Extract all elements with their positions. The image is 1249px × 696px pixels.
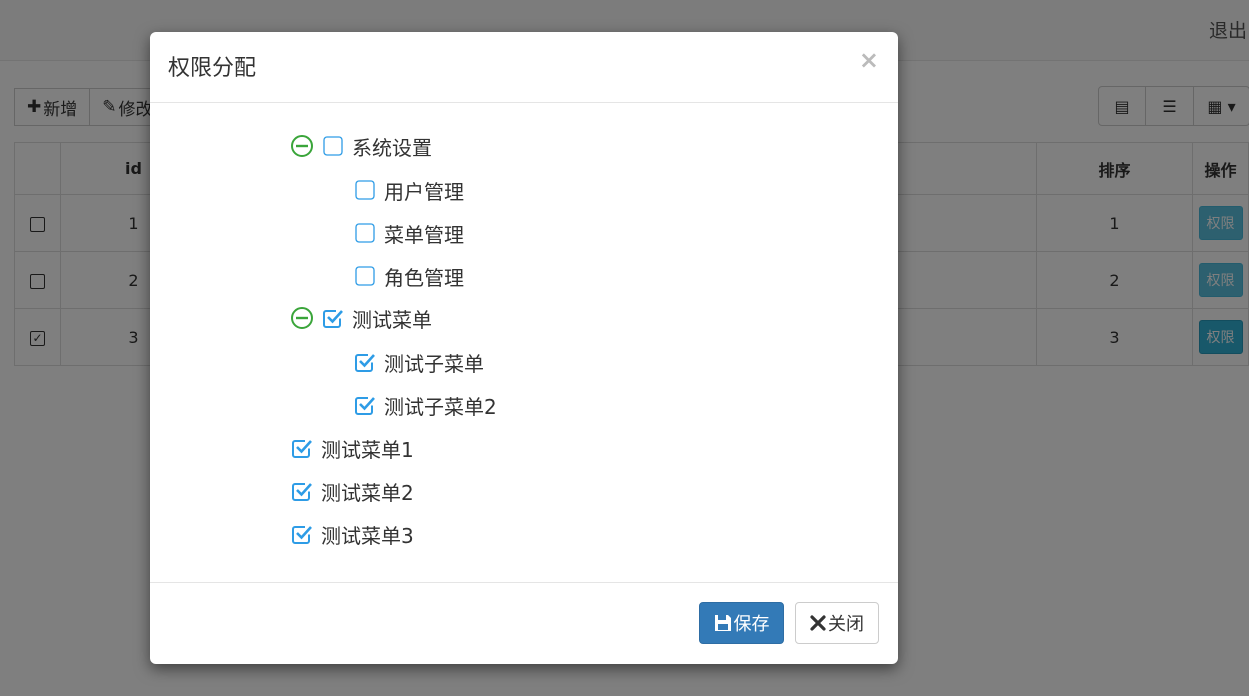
permission-tree: 系统设置 用户管理 菜单管理 角色管理 测试菜单 测试子菜单 测试子菜单2 测试… bbox=[150, 103, 898, 583]
checkbox-unchecked-icon[interactable] bbox=[355, 223, 375, 243]
checkbox-checked-icon[interactable] bbox=[355, 395, 375, 415]
floppy-disk-icon bbox=[714, 615, 731, 631]
tree-node-menu-management[interactable]: 菜单管理 bbox=[355, 218, 464, 248]
tree-node-label: 测试菜单3 bbox=[321, 523, 414, 548]
tree-node-role-management[interactable]: 角色管理 bbox=[355, 261, 464, 291]
checkbox-unchecked-icon[interactable] bbox=[355, 266, 375, 286]
tree-node-label: 测试菜单 bbox=[352, 307, 432, 332]
tree-node-test-menu-3[interactable]: 测试菜单3 bbox=[292, 519, 414, 549]
save-button[interactable]: 保存 bbox=[699, 602, 784, 644]
tree-node-system-settings[interactable]: 系统设置 bbox=[291, 131, 432, 161]
tree-node-test-submenu[interactable]: 测试子菜单 bbox=[355, 347, 484, 377]
times-icon bbox=[810, 615, 826, 631]
checkbox-checked-icon[interactable] bbox=[292, 438, 312, 458]
close-icon[interactable]: × bbox=[859, 46, 879, 74]
collapse-icon[interactable] bbox=[291, 135, 313, 157]
tree-node-test-submenu-2[interactable]: 测试子菜单2 bbox=[355, 390, 497, 420]
permission-modal: 权限分配 × 系统设置 用户管理 菜单管理 角色管理 测试菜单 测试子菜单 测试… bbox=[150, 32, 898, 664]
tree-node-label: 角色管理 bbox=[384, 265, 464, 290]
tree-node-label: 菜单管理 bbox=[384, 222, 464, 247]
tree-node-label: 用户管理 bbox=[384, 179, 464, 204]
save-button-label: 保存 bbox=[733, 614, 770, 635]
tree-node-label: 测试子菜单 bbox=[384, 351, 484, 376]
tree-node-test-menu-1[interactable]: 测试菜单1 bbox=[292, 433, 414, 463]
tree-node-user-management[interactable]: 用户管理 bbox=[355, 175, 464, 205]
collapse-icon[interactable] bbox=[291, 307, 313, 329]
checkbox-checked-icon[interactable] bbox=[292, 524, 312, 544]
tree-node-test-menu[interactable]: 测试菜单 bbox=[291, 303, 432, 333]
checkbox-checked-icon[interactable] bbox=[292, 481, 312, 501]
tree-node-label: 测试子菜单2 bbox=[384, 394, 497, 419]
modal-header: 权限分配 × bbox=[150, 32, 898, 103]
modal-footer: 保存 关闭 bbox=[150, 582, 898, 664]
checkbox-checked-icon[interactable] bbox=[355, 352, 375, 372]
tree-node-label: 测试菜单1 bbox=[321, 437, 414, 462]
tree-node-label: 测试菜单2 bbox=[321, 480, 414, 505]
checkbox-checked-icon[interactable] bbox=[323, 308, 343, 328]
checkbox-unchecked-icon[interactable] bbox=[323, 136, 343, 156]
tree-node-label: 系统设置 bbox=[352, 135, 432, 160]
checkbox-unchecked-icon[interactable] bbox=[355, 180, 375, 200]
close-button[interactable]: 关闭 bbox=[795, 602, 879, 644]
close-button-label: 关闭 bbox=[828, 614, 864, 635]
modal-title: 权限分配 bbox=[168, 56, 257, 81]
tree-node-test-menu-2[interactable]: 测试菜单2 bbox=[292, 476, 414, 506]
